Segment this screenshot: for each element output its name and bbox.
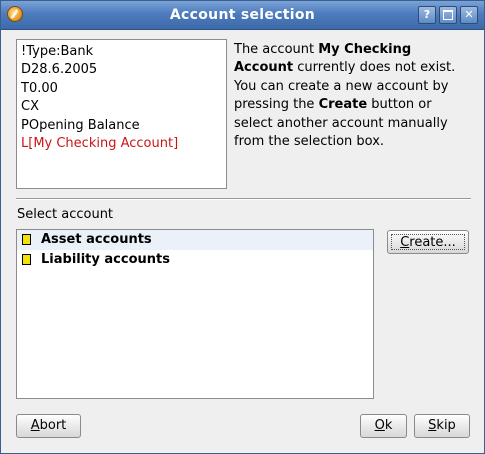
ok-button[interactable]: Ok xyxy=(360,414,407,438)
abort-button-label: bort xyxy=(39,418,67,433)
list-item-label: Liability accounts xyxy=(41,252,170,267)
qif-line-date: D28.6.2005 xyxy=(21,62,98,78)
qif-line-amount: T0.00 xyxy=(21,80,58,96)
skip-button-label: kip xyxy=(436,418,456,433)
ok-button-label: k xyxy=(384,418,393,433)
maximize-icon xyxy=(443,10,453,20)
message-text: The account xyxy=(234,42,319,57)
title-bar[interactable]: Account selection ? ✕ xyxy=(1,1,484,30)
help-button[interactable]: ? xyxy=(418,6,436,24)
qif-line-cleared: CX xyxy=(21,99,39,115)
folder-icon xyxy=(22,254,31,265)
list-item-label: Asset accounts xyxy=(41,232,152,247)
select-account-label: Select account xyxy=(17,207,114,222)
window-title: Account selection xyxy=(169,7,316,23)
account-list[interactable]: Asset accounts Liability accounts xyxy=(16,229,374,399)
maximize-button[interactable] xyxy=(439,6,457,24)
list-item-liability-accounts[interactable]: Liability accounts xyxy=(17,250,373,270)
qif-record-preview: !Type:Bank D28.6.2005 T0.00 CX POpening … xyxy=(16,39,227,189)
account-selection-dialog: Account selection ? ✕ !Type:Bank D28.6.2… xyxy=(0,0,485,454)
ok-button-mnemonic: O xyxy=(374,418,385,433)
abort-button-mnemonic: A xyxy=(30,418,40,433)
message-create-word: Create xyxy=(318,97,368,113)
missing-account-message: The account My Checking Account currentl… xyxy=(234,41,474,151)
folder-icon xyxy=(22,234,31,245)
qif-line-payee: POpening Balance xyxy=(21,117,140,133)
abort-button[interactable]: Abort xyxy=(16,414,81,438)
list-item-asset-accounts[interactable]: Asset accounts xyxy=(17,230,373,250)
skip-button[interactable]: Skip xyxy=(414,414,470,438)
close-button[interactable]: ✕ xyxy=(460,6,478,24)
separator xyxy=(16,198,471,200)
qif-line-type: !Type:Bank xyxy=(21,44,94,59)
create-button-label: reate... xyxy=(409,235,456,250)
create-button-mnemonic: C xyxy=(400,235,410,250)
qif-line-category: L[My Checking Account] xyxy=(21,136,179,152)
create-button[interactable]: Create... xyxy=(387,230,469,254)
create-button-focus-ring: Create... xyxy=(391,234,465,250)
